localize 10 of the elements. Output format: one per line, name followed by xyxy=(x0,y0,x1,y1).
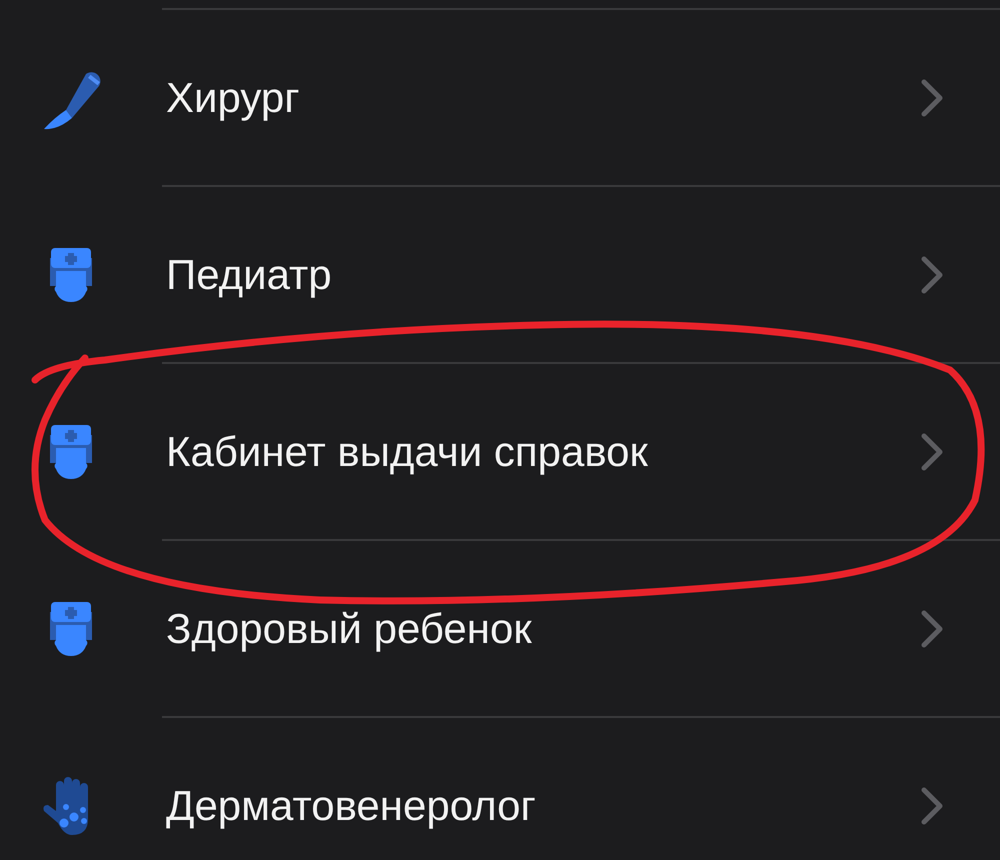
item-label: Здоровый ребенок xyxy=(165,604,533,654)
chevron-icon xyxy=(920,432,944,472)
item-label: Педиатр xyxy=(165,250,333,300)
chevron-icon xyxy=(920,78,944,118)
chevron-icon xyxy=(920,608,944,648)
chevron-icon xyxy=(920,254,944,294)
item-label: Дерматовенеролог xyxy=(165,781,537,831)
chevron-icon xyxy=(920,786,944,826)
item-label: Хирург xyxy=(165,73,301,123)
item-label: Кабинет выдачи справок xyxy=(165,427,649,477)
